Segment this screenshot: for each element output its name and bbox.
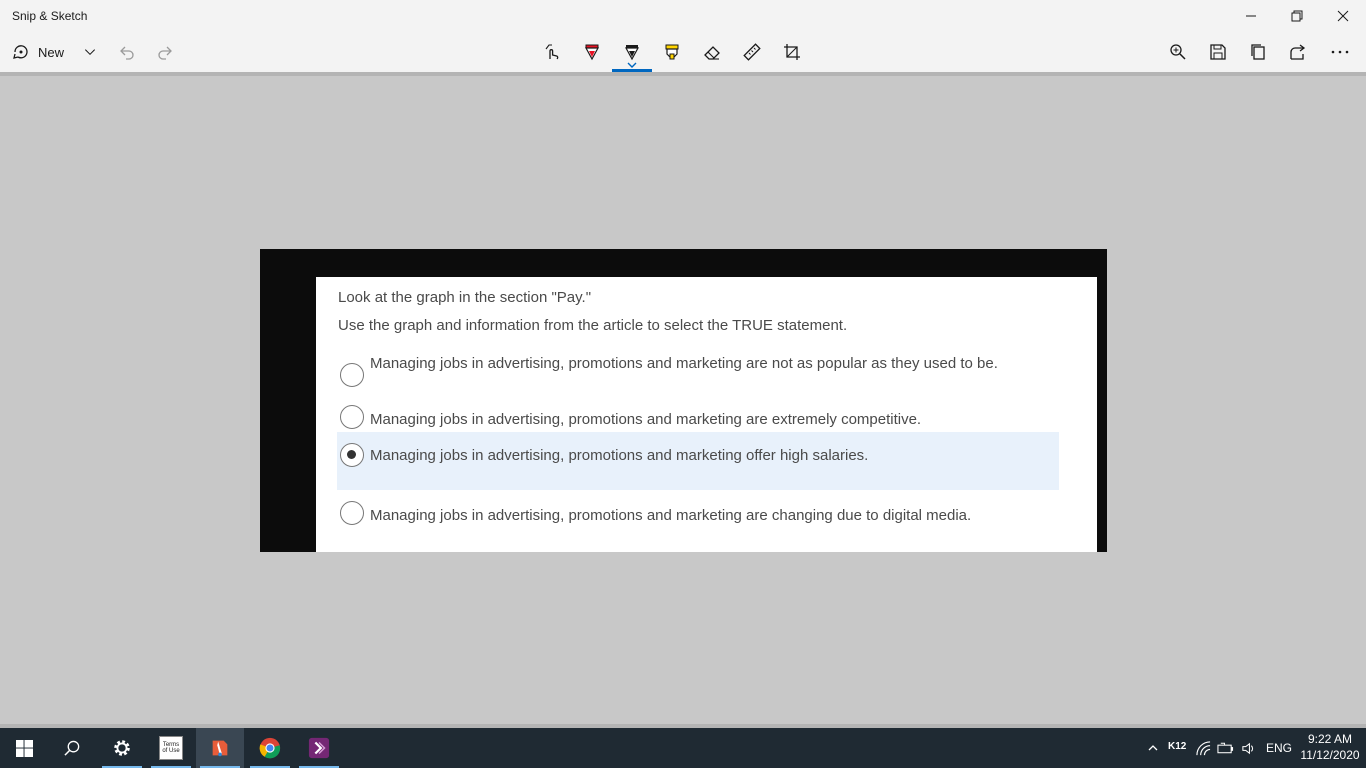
toolbar: New xyxy=(0,32,1366,72)
search-button[interactable] xyxy=(48,728,96,768)
taskbar-chrome[interactable] xyxy=(246,728,294,768)
snip-sketch-app-icon xyxy=(212,740,228,757)
highlighter-icon xyxy=(665,44,679,60)
radio-button xyxy=(340,363,364,387)
undo-button[interactable] xyxy=(114,32,138,72)
title-bar: Snip & Sketch xyxy=(0,0,1366,32)
restore-button[interactable] xyxy=(1274,0,1320,32)
taskbar-snip-sketch[interactable] xyxy=(196,728,244,768)
option-text: Managing jobs in advertising, promotions… xyxy=(370,355,998,372)
answer-option-1: Managing jobs in advertising, promotions… xyxy=(337,354,1059,394)
show-hidden-icons-button[interactable] xyxy=(1142,728,1164,768)
radio-dot xyxy=(347,450,356,459)
settings-icon xyxy=(114,740,130,756)
share-icon xyxy=(1290,44,1306,60)
pencil-icon xyxy=(624,45,640,61)
ruler-button[interactable] xyxy=(732,32,772,72)
more-icon xyxy=(1331,50,1349,54)
volume-button[interactable] xyxy=(1237,728,1259,768)
battery-button[interactable] xyxy=(1214,728,1236,768)
search-icon xyxy=(63,740,79,756)
taskbar-terms-of-use[interactable]: Terms of Use xyxy=(147,728,195,768)
crop-button[interactable] xyxy=(772,32,812,72)
wifi-icon xyxy=(1195,740,1210,755)
minimize-icon xyxy=(1246,15,1256,17)
power-automate-icon xyxy=(308,737,330,759)
close-button[interactable] xyxy=(1320,0,1366,32)
save-icon xyxy=(1210,44,1226,60)
share-button[interactable] xyxy=(1278,32,1318,72)
network-button[interactable] xyxy=(1192,728,1214,768)
answer-option-4: Managing jobs in advertising, promotions… xyxy=(337,498,1059,528)
copy-button[interactable] xyxy=(1238,32,1278,72)
clock[interactable]: 9:22 AM 11/12/2020 xyxy=(1300,731,1360,763)
answer-option-3: Managing jobs in advertising, promotions… xyxy=(337,432,1059,490)
app-title: Snip & Sketch xyxy=(12,9,88,23)
touch-writing-icon xyxy=(545,44,559,60)
more-options-button[interactable] xyxy=(1320,32,1360,72)
active-tool-chevron-icon xyxy=(627,62,637,68)
eraser-button[interactable] xyxy=(692,32,732,72)
taskbar-power-automate[interactable] xyxy=(295,728,343,768)
redo-icon xyxy=(158,46,172,60)
save-button[interactable] xyxy=(1198,32,1238,72)
taskbar-settings[interactable] xyxy=(98,728,146,768)
option-text: Managing jobs in advertising, promotions… xyxy=(370,411,922,428)
restore-icon xyxy=(1291,10,1303,22)
option-text: Managing jobs in advertising, promotions… xyxy=(370,507,972,524)
ruler-icon xyxy=(743,43,761,61)
touch-writing-button[interactable] xyxy=(532,32,572,72)
close-icon xyxy=(1337,10,1349,22)
start-button[interactable] xyxy=(0,728,48,768)
radio-button-selected xyxy=(340,443,364,467)
radio-button xyxy=(340,501,364,525)
language-indicator[interactable]: ENG xyxy=(1266,741,1292,755)
new-snip-button[interactable]: New xyxy=(12,32,80,72)
k12-tray-label[interactable]: K12 xyxy=(1168,741,1186,752)
ballpoint-pen-button[interactable] xyxy=(572,32,612,72)
new-snip-options-button[interactable] xyxy=(80,32,100,72)
question-line-1: Look at the graph in the section "Pay." xyxy=(338,289,592,306)
eraser-icon xyxy=(704,46,720,60)
chrome-icon xyxy=(259,737,281,759)
clock-time: 9:22 AM xyxy=(1307,732,1353,746)
volume-icon xyxy=(1241,742,1253,754)
terms-icon-text: Terms of Use xyxy=(162,742,180,754)
battery-icon xyxy=(1216,742,1233,754)
answer-option-2: Managing jobs in advertising, promotions… xyxy=(337,402,1059,432)
question-line-2: Use the graph and information from the a… xyxy=(338,317,848,334)
clock-date: 11/12/2020 xyxy=(1300,748,1360,762)
chevron-down-icon xyxy=(84,49,96,56)
taskbar: Terms of Use K12 ENG 9:22 AM 11/12/2020 xyxy=(0,728,1366,768)
zoom-icon xyxy=(1170,44,1186,60)
undo-icon xyxy=(120,46,134,60)
new-label: New xyxy=(38,44,65,60)
minimize-button[interactable] xyxy=(1228,0,1274,32)
highlighter-button[interactable] xyxy=(652,32,692,72)
ballpoint-pen-icon xyxy=(584,44,600,61)
redo-button[interactable] xyxy=(154,32,178,72)
windows-start-icon xyxy=(15,739,33,757)
zoom-button[interactable] xyxy=(1158,32,1198,72)
radio-button xyxy=(340,405,364,429)
new-snip-icon xyxy=(13,45,28,59)
crop-icon xyxy=(784,44,800,60)
copy-icon xyxy=(1251,44,1265,60)
terms-of-use-app-icon: Terms of Use xyxy=(159,736,183,760)
chevron-up-icon xyxy=(1148,745,1158,751)
option-text: Managing jobs in advertising, promotions… xyxy=(370,447,869,464)
